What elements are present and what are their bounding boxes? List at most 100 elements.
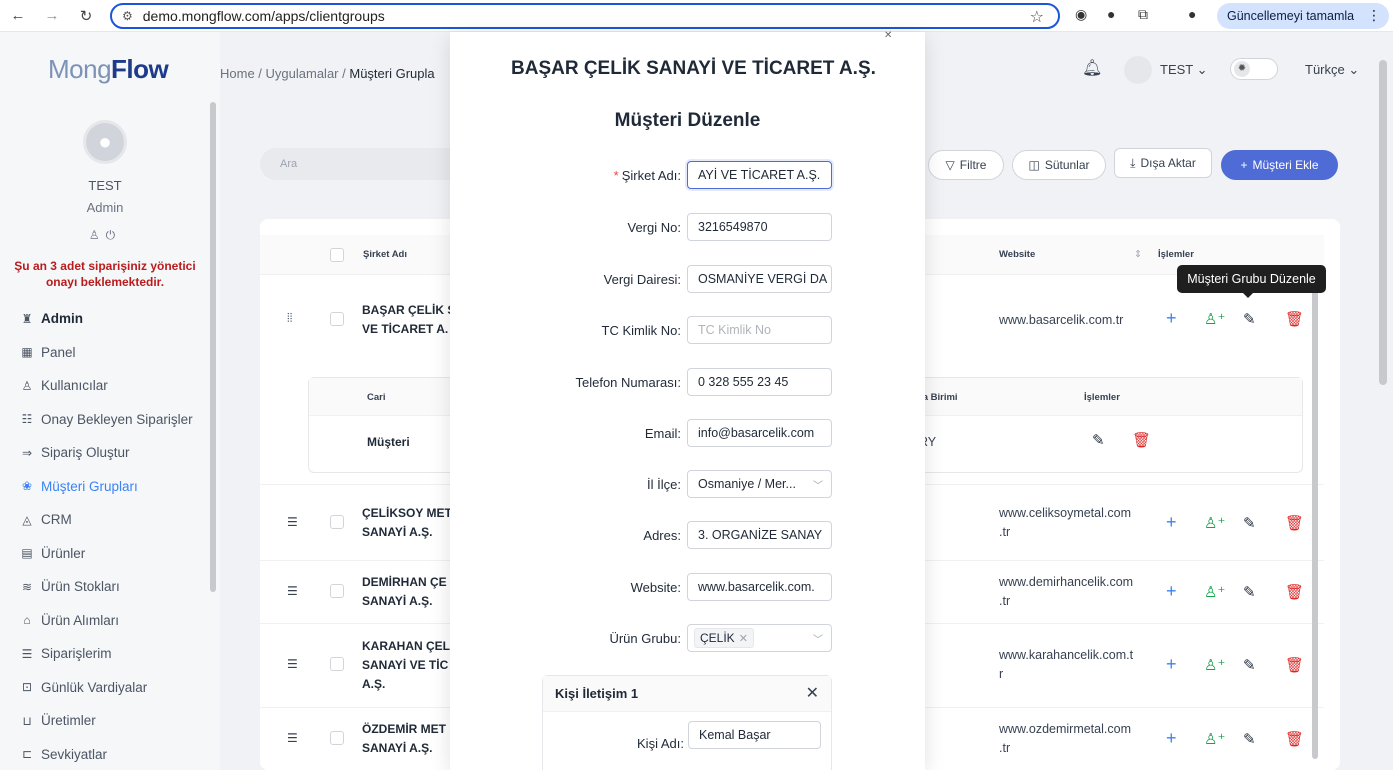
sidebar-item-production[interactable]: ⊔ Üretimler bbox=[0, 704, 210, 738]
theme-toggle[interactable]: ✹ bbox=[1230, 58, 1278, 80]
sidebar-item-my-orders[interactable]: ☰ Siparişlerim bbox=[0, 637, 210, 671]
delete-icon[interactable]: 🗑︎ bbox=[1285, 514, 1304, 532]
browser-menu-icon[interactable]: ⋮ bbox=[1367, 7, 1381, 24]
profile-avatar-icon[interactable]: ● bbox=[1188, 6, 1196, 22]
field-input--irket-ad-[interactable]: AYİ VE TİCARET A.Ş. bbox=[687, 161, 832, 189]
table-scrollbar[interactable] bbox=[1312, 289, 1318, 759]
add-icon[interactable]: + bbox=[1166, 728, 1177, 749]
row-checkbox[interactable] bbox=[330, 583, 344, 598]
back-icon[interactable]: ← bbox=[8, 6, 28, 26]
columns-button[interactable]: ◫ Sütunlar bbox=[1012, 150, 1106, 180]
field-label--irket-ad-: * Şirket Adı: bbox=[613, 168, 681, 183]
field-input-adres[interactable]: 3. ORGANİZE SANAY bbox=[687, 521, 832, 549]
contact-name-input[interactable]: Kemal Başar bbox=[688, 721, 821, 749]
search-input[interactable]: Ara bbox=[260, 148, 480, 180]
add-user-icon[interactable]: ♙⁺ bbox=[1204, 656, 1225, 674]
filter-button[interactable]: ▽ Filtre bbox=[928, 150, 1004, 180]
remove-tag-icon[interactable]: ✕ bbox=[739, 632, 748, 645]
field-input-vergi-dairesi[interactable]: OSMANİYE VERGİ DA bbox=[687, 265, 832, 293]
add-icon[interactable]: + bbox=[1166, 308, 1177, 329]
field-input-i-l-i-l-e[interactable]: Osmaniye / Mer... ﹀ bbox=[687, 470, 832, 498]
add-user-icon[interactable]: ♙⁺ bbox=[1204, 514, 1225, 532]
edit-group-icon[interactable]: ✎ bbox=[1243, 514, 1256, 532]
sidebar-scrollbar[interactable] bbox=[210, 102, 216, 592]
modal-close-icon[interactable]: ✕ bbox=[884, 30, 892, 41]
delete-icon[interactable]: 🗑︎ bbox=[1285, 310, 1304, 328]
delete-icon[interactable]: 🗑︎ bbox=[1285, 656, 1304, 674]
sidebar-item-label: CRM bbox=[41, 512, 72, 528]
delete-icon[interactable]: 🗑︎ bbox=[1285, 730, 1304, 748]
field-input--r-n-grubu[interactable]: ÇELİK ✕ ﹀ bbox=[687, 624, 832, 652]
add-user-icon[interactable]: ♙⁺ bbox=[1204, 583, 1225, 601]
expand-row-icon[interactable]: ☰ bbox=[287, 515, 298, 529]
breadcrumb-home[interactable]: Home bbox=[220, 66, 255, 81]
select-all-checkbox[interactable] bbox=[330, 248, 344, 262]
sidebar-item-products[interactable]: ▤ Ürünler bbox=[0, 537, 210, 571]
browser-update-button[interactable]: Güncellemeyi tamamla ⋮ bbox=[1217, 3, 1389, 29]
expand-row-icon[interactable]: ☰ bbox=[287, 584, 298, 598]
columns-icon: ◫ bbox=[1028, 158, 1040, 172]
app-logo[interactable]: MongFlow bbox=[48, 54, 169, 85]
sidebar-item-shifts[interactable]: ⊡ Günlük Vardiyalar bbox=[0, 671, 210, 705]
row-checkbox[interactable] bbox=[330, 514, 344, 529]
row-website: www.ozdemirmetal.com .tr bbox=[999, 721, 1131, 755]
add-user-icon[interactable]: ♙⁺ bbox=[1204, 730, 1225, 748]
edit-group-icon[interactable]: ✎ bbox=[1243, 310, 1256, 328]
site-info-icon[interactable]: ⚙ bbox=[122, 9, 133, 23]
reload-icon[interactable]: ↻ bbox=[76, 6, 96, 26]
subrow-edit-icon[interactable]: ✎ bbox=[1092, 431, 1105, 449]
notification-bell-icon[interactable]: 🔔︎ bbox=[1082, 58, 1102, 78]
row-website: www.basarcelik.com.tr bbox=[999, 313, 1124, 327]
edit-group-icon[interactable]: ✎ bbox=[1243, 583, 1256, 601]
chevron-down-icon: ﹀ bbox=[813, 635, 823, 646]
row-checkbox[interactable] bbox=[330, 730, 344, 745]
subrow-delete-icon[interactable]: 🗑︎ bbox=[1132, 431, 1151, 449]
sidebar-item-admin[interactable]: ♜ Admin bbox=[0, 302, 210, 336]
breadcrumb-apps[interactable]: Uygulamalar bbox=[266, 66, 339, 81]
export-button[interactable]: ⤓ Dışa Aktar bbox=[1114, 148, 1212, 178]
add-icon[interactable]: + bbox=[1166, 654, 1177, 675]
edit-group-icon[interactable]: ✎ bbox=[1243, 730, 1256, 748]
extensions-puzzle-icon[interactable]: ⧉ bbox=[1138, 6, 1148, 23]
edit-group-icon[interactable]: ✎ bbox=[1243, 656, 1256, 674]
sidebar-item-purchase[interactable]: ⌂ Ürün Alımları bbox=[0, 604, 210, 638]
chevron-down-icon: ﹀ bbox=[813, 481, 823, 492]
sidebar-item-panel[interactable]: ▦ Panel bbox=[0, 336, 210, 370]
sidebar-item-users[interactable]: ♙ Kullanıcılar bbox=[0, 369, 210, 403]
field-input-website[interactable]: www.basarcelik.com. bbox=[687, 573, 832, 601]
bookmark-star-icon[interactable]: ☆ bbox=[1030, 7, 1044, 27]
address-bar[interactable]: ⚙ demo.mongflow.com/apps/clientgroups ☆ bbox=[110, 3, 1060, 29]
field-input-email[interactable]: info@basarcelik.com bbox=[687, 419, 832, 447]
add-icon[interactable]: + bbox=[1166, 512, 1177, 533]
delete-icon[interactable]: 🗑︎ bbox=[1285, 583, 1304, 601]
header-user-menu[interactable]: TEST ⌄ bbox=[1160, 62, 1208, 78]
add-user-icon[interactable]: ♙⁺ bbox=[1204, 310, 1225, 328]
sidebar-item-order-create[interactable]: ⇒ Sipariş Oluştur bbox=[0, 436, 210, 470]
remove-contact-icon[interactable]: ✕ bbox=[806, 683, 819, 703]
extension-icon[interactable]: ● bbox=[1107, 6, 1115, 22]
add-icon[interactable]: + bbox=[1166, 581, 1177, 602]
forward-icon[interactable]: → bbox=[42, 6, 62, 26]
field-input-telefon-numaras-[interactable]: 0 328 555 23 45 bbox=[687, 368, 832, 396]
sidebar-item-client-groups[interactable]: ❀ Müşteri Grupları bbox=[0, 470, 210, 504]
language-select[interactable]: Türkçe ⌄ bbox=[1305, 62, 1359, 78]
row-checkbox[interactable] bbox=[330, 657, 344, 671]
sidebar-item-shipment[interactable]: ⊏ Sevkiyatlar bbox=[0, 738, 210, 770]
expand-row-icon[interactable]: ☰ bbox=[287, 657, 298, 671]
row-checkbox[interactable] bbox=[330, 312, 344, 326]
profile-icon[interactable]: ♙ bbox=[89, 228, 106, 242]
field-input-tc-kimlik-no[interactable]: TC Kimlik No bbox=[687, 316, 832, 344]
collapse-row-icon[interactable]: ⦙⦙ bbox=[287, 311, 292, 326]
logout-icon[interactable]: ⏻ bbox=[106, 228, 122, 242]
expand-row-icon[interactable]: ☰ bbox=[287, 731, 298, 745]
sidebar-item-pending[interactable]: ☷ Onay Bekleyen Siparişler bbox=[0, 403, 210, 437]
add-client-button[interactable]: + Müşteri Ekle bbox=[1221, 150, 1338, 180]
field-input-vergi-no[interactable]: 3216549870 bbox=[687, 213, 832, 241]
page-scrollbar[interactable] bbox=[1379, 60, 1387, 385]
sort-icon[interactable]: ⇕ bbox=[1134, 249, 1142, 260]
header-avatar[interactable] bbox=[1124, 56, 1152, 84]
sidebar-item-crm[interactable]: ◬ CRM bbox=[0, 503, 210, 537]
row-website: www.celiksoymetal.com .tr bbox=[999, 505, 1131, 539]
extension-shield-icon[interactable]: ◉ bbox=[1075, 6, 1087, 23]
sidebar-item-stock[interactable]: ≋ Ürün Stokları bbox=[0, 570, 210, 604]
